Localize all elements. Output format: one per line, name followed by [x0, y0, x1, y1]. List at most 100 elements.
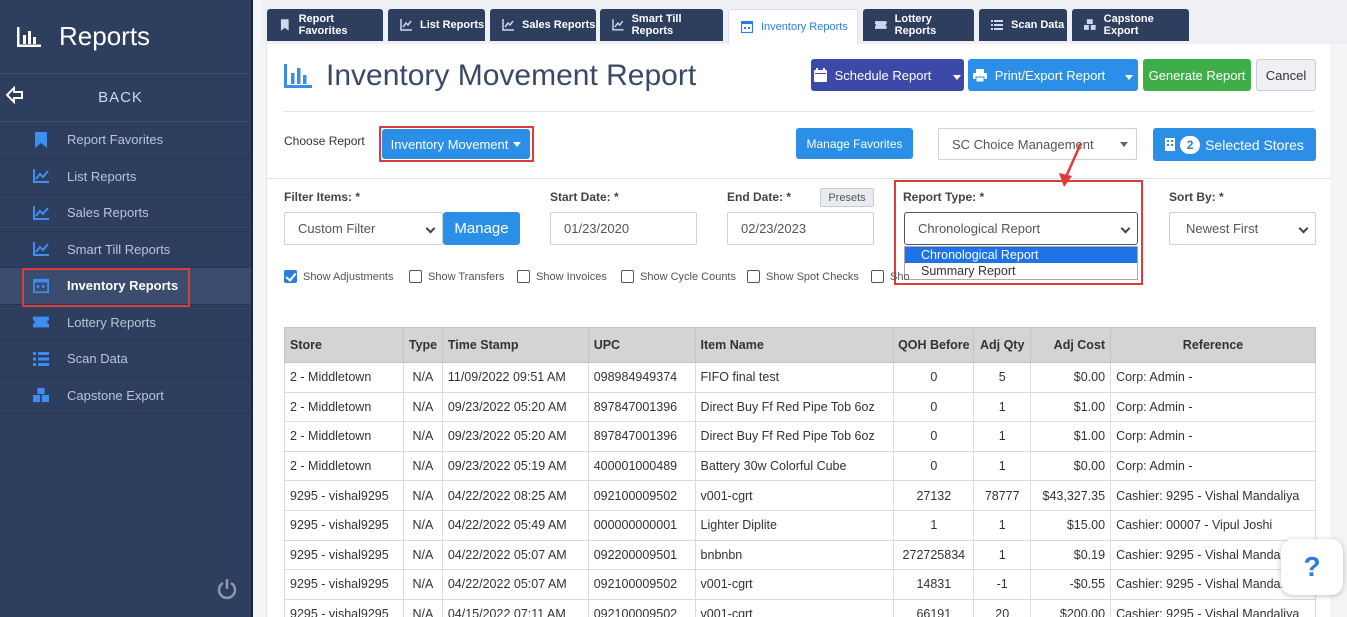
checkbox-box[interactable]	[621, 270, 634, 283]
table-cell: 092200009501	[587, 539, 696, 571]
store-group-select[interactable]: SC Choice Management	[938, 128, 1137, 160]
divider	[284, 111, 1314, 112]
sidebar-item-scan-data[interactable]: Scan Data	[0, 341, 251, 378]
table-cell: FIFO final test	[694, 362, 895, 393]
end-date-label: End Date: *	[727, 190, 792, 204]
sidebar-item-label: List Reports	[67, 168, 137, 184]
checkbox-show-transfers[interactable]: Show Transfers	[409, 270, 504, 283]
manage-favorites-button[interactable]: Manage Favorites	[796, 128, 913, 159]
checkbox-show-spot-checks[interactable]: Show Spot Checks	[747, 270, 859, 283]
col-item-name[interactable]: Item Name	[694, 327, 895, 363]
col-time-stamp[interactable]: Time Stamp	[441, 327, 589, 363]
page-title-text: Inventory Movement Report	[326, 59, 697, 92]
col-store[interactable]: Store	[284, 327, 404, 363]
tab-capstone-export[interactable]: Capstone Export	[1072, 9, 1189, 41]
cancel-button[interactable]: Cancel	[1256, 59, 1316, 91]
cubes-icon	[1084, 19, 1096, 30]
table-cell: N/A	[402, 509, 443, 541]
sidebar-item-report-favorites[interactable]: Report Favorites	[0, 122, 251, 159]
checkbox-show-truncated[interactable]: Sho	[871, 270, 910, 283]
col-upc[interactable]: UPC	[587, 327, 696, 363]
print-dropdown-caret[interactable]	[1125, 68, 1134, 83]
tab-list-reports[interactable]: List Reports	[388, 9, 485, 41]
schedule-dropdown-caret[interactable]	[953, 68, 962, 83]
main-panel: Inventory Movement Report Schedule Repor…	[266, 44, 1330, 617]
ticket-icon	[875, 21, 887, 29]
table-row[interactable]: 2 - Middletown N/A 11/09/2022 09:51 AM 0989…	[284, 362, 1316, 393]
report-table: Store Type Time Stamp UPC Item Name QOH …	[284, 327, 1316, 617]
filter-items-select[interactable]: Custom Filter	[284, 212, 443, 245]
table-cell: $1.00	[1030, 391, 1112, 423]
table-row[interactable]: 9295 - vishal9295 N/A 04/22/2022 05:07 AM 0…	[284, 569, 1316, 600]
checkbox-show-cycle-counts[interactable]: Show Cycle Counts	[621, 270, 736, 283]
table-cell: 0	[893, 362, 975, 393]
table-row[interactable]: 9295 - vishal9295 N/A 04/22/2022 05:07 AM 0…	[284, 539, 1316, 571]
table-cell: N/A	[402, 480, 443, 511]
start-date-label: Start Date: *	[550, 190, 619, 204]
tab-label: Lottery Reports	[894, 13, 937, 37]
checkbox-show-adjustments[interactable]: Show Adjustments	[284, 270, 394, 283]
start-date-value: 01/23/2020	[564, 221, 630, 236]
table-row[interactable]: 9295 - vishal9295 N/A 04/22/2022 08:25 AM 0…	[284, 480, 1316, 511]
bookmark-icon	[280, 19, 289, 31]
table-cell: bnbnbn	[694, 539, 895, 571]
table-cell: 04/22/2022 08:25 AM	[441, 480, 589, 511]
col-type[interactable]: Type	[402, 327, 443, 363]
table-cell: 1	[893, 509, 975, 541]
line-chart-icon	[33, 168, 49, 184]
chevron-down-icon	[1298, 223, 1309, 234]
table-row[interactable]: 9295 - vishal9295 N/A 04/22/2022 05:49 AM 0…	[284, 509, 1316, 541]
sidebar-item-capstone-export[interactable]: Capstone Export	[0, 378, 251, 414]
table-cell: Direct Buy Ff Red Pipe Tob 6oz	[694, 421, 895, 452]
checkbox-box[interactable]	[409, 270, 422, 283]
selected-stores-button[interactable]: 2 Selected Stores	[1153, 128, 1316, 161]
sidebar-item-smart-till-reports[interactable]: Smart Till Reports	[0, 232, 251, 268]
cubes-icon	[33, 387, 49, 403]
tab-inventory-reports[interactable]: Inventory Reports	[728, 9, 858, 44]
start-date-input[interactable]: 01/23/2020	[550, 212, 697, 245]
print-export-button[interactable]: Print/Export Report	[968, 59, 1138, 91]
schedule-report-button[interactable]: Schedule Report	[811, 59, 964, 91]
sidebar-item-sales-reports[interactable]: Sales Reports	[0, 195, 251, 232]
checkbox-box[interactable]	[871, 270, 884, 283]
help-button[interactable]: ?	[1281, 539, 1343, 595]
table-row[interactable]: 2 - Middletown N/A 09/23/2022 05:20 AM 8978…	[284, 391, 1316, 423]
checkbox-label: Show Cycle Counts	[640, 270, 736, 283]
back-button[interactable]: BACK	[0, 74, 251, 122]
table-row[interactable]: 9295 - vishal9295 N/A 04/15/2022 07:11 AM 0…	[284, 598, 1316, 617]
power-icon[interactable]	[216, 578, 238, 600]
col-reference[interactable]: Reference	[1110, 327, 1316, 363]
table-cell: 09/23/2022 05:20 AM	[441, 391, 589, 423]
table-row[interactable]: 2 - Middletown N/A 09/23/2022 05:20 AM 8978…	[284, 421, 1316, 452]
tab-smart-till-reports[interactable]: Smart Till Reports	[600, 9, 723, 41]
presets-button[interactable]: Presets	[820, 188, 874, 207]
sidebar-item-list-reports[interactable]: List Reports	[0, 159, 251, 195]
table-row[interactable]: 2 - Middletown N/A 09/23/2022 05:19 AM 4000…	[284, 450, 1316, 482]
checkbox-box[interactable]	[517, 270, 530, 283]
col-adj-cost[interactable]: Adj Cost	[1030, 327, 1112, 363]
checkbox-show-invoices[interactable]: Show Invoices	[517, 270, 607, 283]
table-cell: -$0.55	[1030, 569, 1112, 600]
highlight-box-choose-report	[379, 126, 534, 162]
checkbox-box[interactable]	[284, 270, 297, 283]
tab-sales-reports[interactable]: Sales Reports	[490, 9, 596, 41]
table-cell: 9295 - vishal9295	[284, 539, 404, 571]
table-cell: $15.00	[1030, 509, 1112, 541]
sidebar-item-label: Lottery Reports	[67, 314, 156, 330]
sort-by-select[interactable]: Newest First	[1169, 212, 1316, 245]
table-cell: 04/15/2022 07:11 AM	[441, 598, 589, 617]
col-adj-qty[interactable]: Adj Qty	[973, 327, 1032, 363]
col-qoh-before[interactable]: QOH Before	[893, 327, 975, 363]
tab-report-favorites[interactable]: Report Favorites	[267, 9, 383, 41]
tab-scan-data[interactable]: Scan Data	[979, 9, 1067, 41]
sidebar-item-lottery-reports[interactable]: Lottery Reports	[0, 305, 251, 341]
tab-label: Smart Till Reports	[631, 13, 682, 37]
generate-report-button[interactable]: Generate Report	[1143, 59, 1251, 91]
checkbox-box[interactable]	[747, 270, 760, 283]
manage-button[interactable]: Manage	[443, 212, 520, 245]
tab-lottery-reports[interactable]: Lottery Reports	[863, 9, 974, 41]
end-date-input[interactable]: 02/23/2023	[727, 212, 874, 245]
presets-label: Presets	[828, 191, 866, 204]
checkbox-label: Show Adjustments	[303, 270, 394, 283]
table-cell: 897847001396	[587, 391, 696, 423]
